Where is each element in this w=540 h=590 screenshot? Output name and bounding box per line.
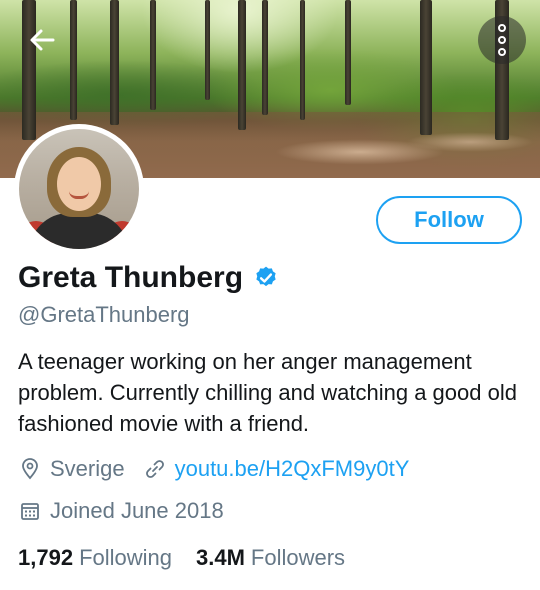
follow-button[interactable]: Follow xyxy=(376,196,522,244)
banner-tree xyxy=(300,0,305,120)
profile-meta-joined: Joined June 2018 xyxy=(18,498,242,524)
website[interactable]: youtu.be/H2QxFM9y0tY xyxy=(143,456,410,482)
banner-tree xyxy=(205,0,210,100)
banner-tree xyxy=(70,0,77,120)
back-button[interactable] xyxy=(18,16,66,64)
avatar[interactable] xyxy=(14,124,144,254)
following-count: 1,792 xyxy=(18,545,74,570)
profile-bio: A teenager working on her anger manageme… xyxy=(18,349,517,436)
banner-tree xyxy=(238,0,246,130)
banner-tree xyxy=(110,0,119,125)
name-row: Greta Thunberg xyxy=(18,258,279,298)
banner-tree xyxy=(420,0,432,135)
following-label: Following xyxy=(79,545,172,570)
banner-tree xyxy=(262,0,268,115)
followers-label: Followers xyxy=(250,545,346,570)
banner-tree xyxy=(150,0,156,110)
calendar-icon xyxy=(18,499,42,523)
verified-badge-icon xyxy=(256,266,276,287)
joined: Joined June 2018 xyxy=(18,498,224,524)
followers-stat[interactable]: 3.4M Followers xyxy=(196,545,345,571)
followers-count: 3.4M xyxy=(196,545,245,570)
profile-stats: 1,792 Following 3.4M Followers xyxy=(18,545,369,571)
more-vertical-icon xyxy=(498,24,506,56)
link-icon xyxy=(143,457,167,481)
website-link[interactable]: youtu.be/H2QxFM9y0tY xyxy=(175,456,410,482)
profile-meta-location-url: Sverige youtu.be/H2QxFM9y0tY xyxy=(18,456,427,482)
arrow-left-icon xyxy=(30,29,55,51)
profile-handle: @GretaThunberg xyxy=(18,302,190,327)
location-pin-icon xyxy=(18,457,42,481)
location: Sverige xyxy=(18,456,125,482)
avatar-image xyxy=(19,129,139,249)
banner-tree xyxy=(345,0,351,105)
location-text: Sverige xyxy=(50,456,125,481)
following-stat[interactable]: 1,792 Following xyxy=(18,545,172,571)
more-options-button[interactable] xyxy=(478,16,526,64)
joined-text: Joined June 2018 xyxy=(50,498,224,523)
profile-name: Greta Thunberg xyxy=(18,261,244,294)
